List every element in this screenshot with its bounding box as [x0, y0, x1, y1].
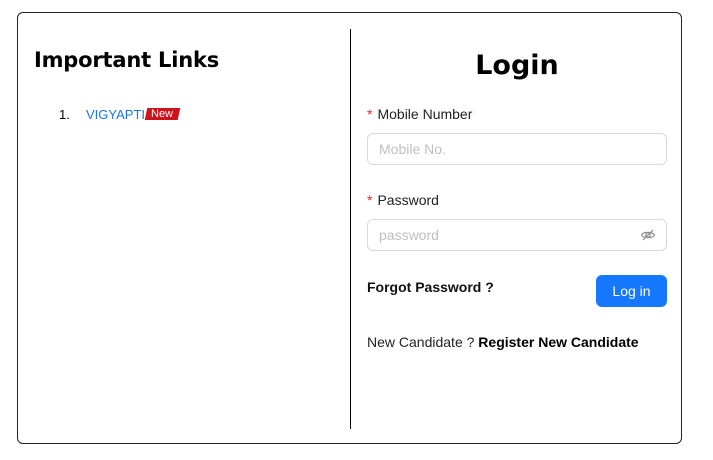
- required-mark: *: [367, 192, 373, 208]
- list-item-number: 1.: [59, 106, 70, 122]
- list-item: 1. VIGYAPTI New: [59, 106, 181, 122]
- password-field: [367, 219, 667, 251]
- login-button[interactable]: Log in: [596, 275, 667, 307]
- register-new-candidate-link[interactable]: Register New Candidate: [478, 334, 638, 350]
- mobile-input[interactable]: [367, 133, 667, 165]
- password-input[interactable]: [367, 219, 667, 251]
- important-links-title: Important Links: [34, 48, 220, 72]
- link-vigyapti[interactable]: VIGYAPTI: [86, 107, 145, 122]
- register-line: New Candidate ? Register New Candidate: [367, 334, 639, 350]
- mobile-label: * Mobile Number: [367, 106, 472, 122]
- password-label-text: Password: [377, 192, 439, 208]
- register-prompt: New Candidate ?: [367, 334, 475, 350]
- mobile-label-text: Mobile Number: [377, 106, 473, 122]
- password-label: * Password: [367, 192, 439, 208]
- eye-slash-icon[interactable]: [640, 227, 656, 243]
- forgot-password-link[interactable]: Forgot Password ?: [367, 279, 494, 295]
- new-badge-label: New: [151, 108, 174, 120]
- important-links-list: 1. VIGYAPTI New: [59, 106, 181, 122]
- new-badge: New: [144, 108, 181, 120]
- login-title: Login: [475, 50, 559, 81]
- required-mark: *: [367, 106, 373, 122]
- column-divider: [350, 29, 351, 429]
